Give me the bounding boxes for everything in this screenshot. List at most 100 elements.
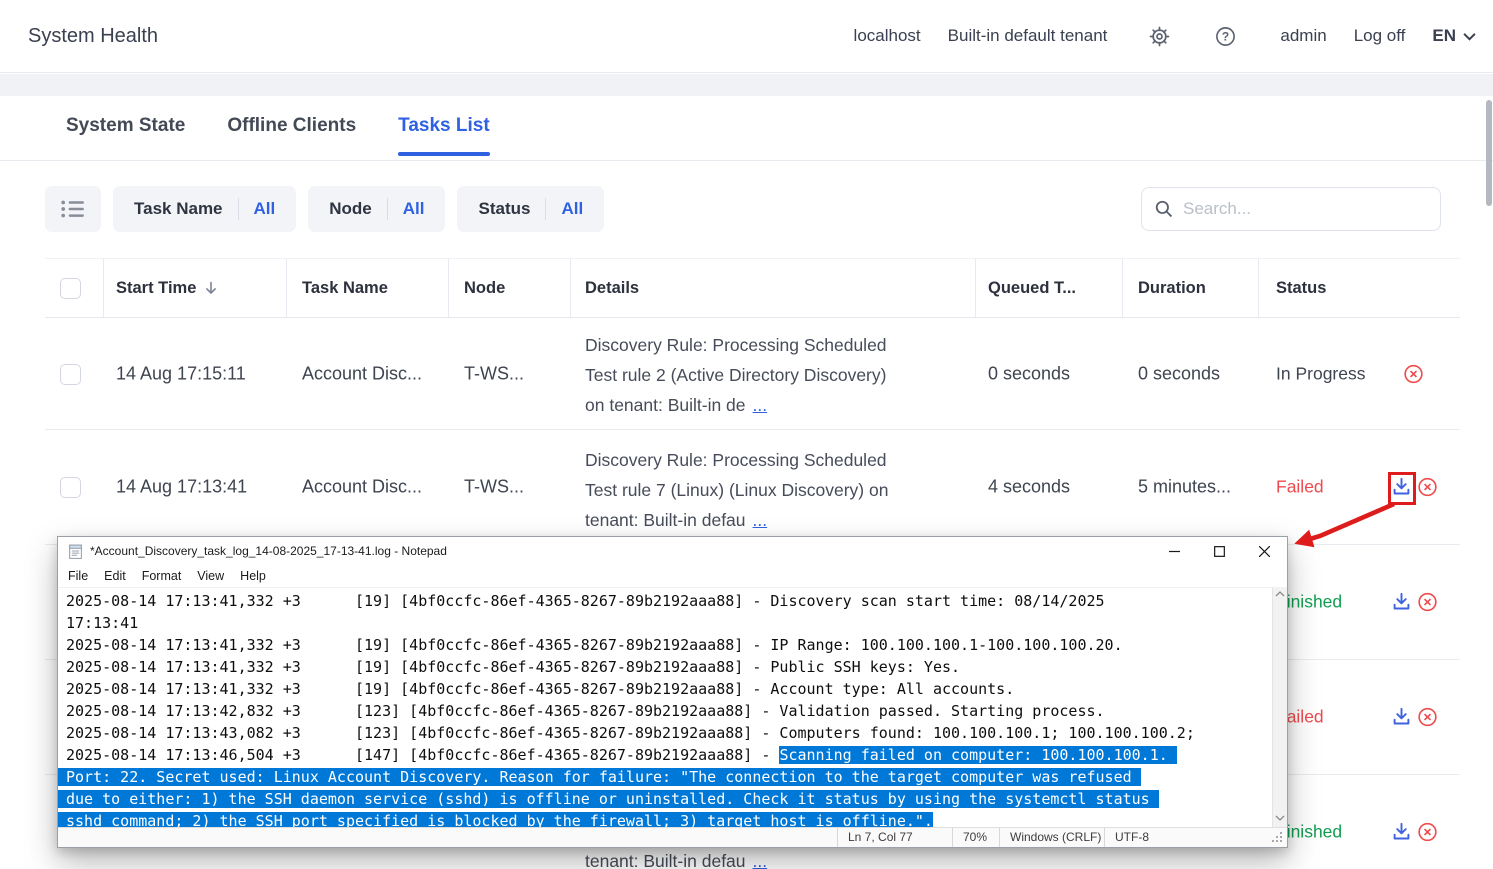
notepad-statusbar: Ln 7, Col 7770%Windows (CRLF)UTF-8 [58,827,1287,847]
header-band [0,74,1493,96]
column-header-node[interactable]: Node [464,259,505,317]
filter-value: All [403,199,425,219]
list-icon [61,199,85,219]
chevron-down-icon [1463,32,1476,41]
tenant-selector[interactable]: Built-in default tenant [948,26,1108,46]
table-header: Start Time Task Name Node Details Queued T..… [45,258,1460,318]
filter-chips: Task Name All Node All Status All [113,186,604,232]
menu-view[interactable]: View [189,565,232,587]
download-log-button[interactable] [1390,591,1413,614]
column-header-task-name[interactable]: Task Name [302,259,388,317]
filter-task-name[interactable]: Task Name All [113,186,296,232]
cell-task-name: Account Disc... [302,477,422,498]
column-header-status[interactable]: Status [1276,259,1326,317]
tab-bar: System State Offline Clients Tasks List [0,96,1493,161]
header-label: Start Time [116,279,196,298]
cancel-task-button[interactable] [1416,821,1439,844]
cancel-icon [1416,591,1439,614]
cancel-icon [1416,706,1439,729]
column-header-details[interactable]: Details [585,259,639,317]
resize-grip[interactable] [1272,832,1283,843]
view-options-button[interactable] [45,186,101,232]
zoom-level: 70% [952,828,999,847]
cursor-position: Ln 7, Col 77 [837,828,952,847]
search-input[interactable] [1183,199,1428,219]
user-menu[interactable]: admin [1280,26,1326,46]
column-header-queued-t[interactable]: Queued T... [988,259,1076,317]
cell-queued-time: 0 seconds [988,363,1070,384]
settings-button[interactable] [1148,25,1171,48]
cell-duration: 5 minutes... [1138,477,1231,498]
language-label: EN [1432,26,1456,46]
download-icon [1390,706,1413,729]
menu-format[interactable]: Format [134,565,190,587]
task-row[interactable]: 14 Aug 17:13:41 Account Disc... T-WS... 4 s… [45,430,1460,545]
filter-value: All [254,199,276,219]
tab-tasks-list[interactable]: Tasks List [398,96,490,160]
tab-offline-clients[interactable]: Offline Clients [227,96,356,160]
cell-queued-time: 4 seconds [988,477,1070,498]
page-scrollbar[interactable] [1486,100,1492,206]
details-line: on tenant: Built-in de... [585,390,985,420]
notepad-text-area[interactable]: 2025-08-14 17:13:41,332 +3 [19] [4bf0ccf… [58,587,1272,827]
arrow-down-icon [205,281,217,295]
minimize-button[interactable] [1152,537,1197,565]
cell-node: T-WS... [464,477,524,498]
logoff-link[interactable]: Log off [1354,26,1406,46]
menu-file[interactable]: File [60,565,96,587]
filter-value: All [561,199,583,219]
header-label: Node [464,279,505,298]
log-line: 2025-08-14 17:13:43,082 +3 [123] [4bf0cc… [66,722,1268,744]
cancel-task-button[interactable] [1402,362,1425,385]
top-bar-right: localhost Built-in default tenant ? admi… [854,25,1476,48]
tab-system-state[interactable]: System State [66,96,185,160]
column-separator [286,259,287,317]
download-log-button[interactable] [1390,821,1413,844]
row-checkbox[interactable] [60,477,81,498]
line-ending: Windows (CRLF) [999,828,1104,847]
help-button[interactable]: ? [1214,25,1237,48]
magnifier-icon [1154,199,1174,219]
column-header-start-time[interactable]: Start Time [116,259,217,317]
app-window: System Health localhost Built-in default… [0,0,1493,869]
menu-help[interactable]: Help [232,565,274,587]
task-row[interactable]: 14 Aug 17:15:11Account Disc...T-WS...0 s… [45,318,1460,430]
column-separator [103,259,104,317]
row-checkbox[interactable] [60,364,81,385]
host-label: localhost [854,26,921,46]
top-bar: System Health localhost Built-in default… [0,0,1493,73]
download-log-button[interactable] [1390,706,1413,729]
maximize-button[interactable] [1197,537,1242,565]
filter-label: Task Name [134,199,223,219]
column-header-duration[interactable]: Duration [1138,259,1206,317]
language-selector[interactable]: EN [1432,26,1476,46]
column-separator [448,259,449,317]
download-icon [1390,591,1413,614]
filter-label: Status [478,199,530,219]
details-more-link[interactable]: ... [753,851,768,869]
log-line: 2025-08-14 17:13:41,332 +3 [19] [4bf0ccf… [66,678,1268,700]
details-more-link[interactable]: ... [753,510,768,530]
notepad-window: *Account_Discovery_task_log_14-08-2025_1… [57,536,1288,848]
notepad-titlebar[interactable]: *Account_Discovery_task_log_14-08-2025_1… [58,537,1287,565]
scroll-down-icon[interactable] [1275,815,1285,823]
filter-node[interactable]: Node All [308,186,445,232]
log-line: 2025-08-14 17:13:46,504 +3 [147] [4bf0cc… [66,744,1268,766]
cell-start-time: 14 Aug 17:13:41 [116,477,247,498]
scroll-up-icon[interactable] [1275,591,1285,599]
encoding: UTF-8 [1104,828,1287,847]
status-label: In Progress [1276,363,1365,384]
details-more-link[interactable]: ... [753,395,768,415]
select-all-checkbox[interactable] [60,278,81,299]
gear-icon [1148,25,1171,48]
log-line: 2025-08-14 17:13:42,832 +3 [123] [4bf0cc… [66,700,1268,722]
notepad-scrollbar[interactable] [1272,587,1287,827]
cancel-task-button[interactable] [1416,591,1439,614]
notepad-menubar: FileEditFormatViewHelp [58,565,1287,587]
filter-status[interactable]: Status All [457,186,604,232]
chip-divider [387,198,388,220]
maximize-icon [1214,546,1225,557]
menu-edit[interactable]: Edit [96,565,134,587]
filter-label: Node [329,199,372,219]
cancel-task-button[interactable] [1416,706,1439,729]
